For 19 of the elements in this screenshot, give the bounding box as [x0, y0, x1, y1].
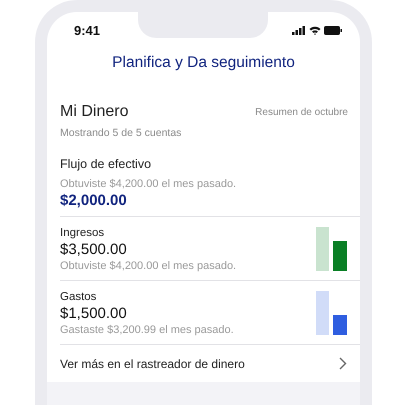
signal-icon: [292, 26, 306, 34]
summary-link[interactable]: Resumen de octubre: [255, 106, 348, 118]
card-title: Mi Dinero: [60, 103, 128, 121]
accounts-count: Mostrando 5 de 5 cuentas: [60, 127, 182, 139]
category-amount: $3,500.00: [60, 240, 128, 258]
category-label: Gastos: [60, 290, 98, 302]
wifi-icon: [309, 26, 321, 34]
category-note: Gastaste $3,200.99 el mes pasado.: [60, 324, 234, 336]
battery-icon: [324, 26, 342, 34]
status-time: 9:41: [74, 22, 100, 38]
cash-flow-amount: $2,000.00: [60, 192, 128, 209]
cash-flow-note: Obtuviste $4,200.00 el mes pasado.: [60, 178, 238, 190]
category-label: Ingresos: [60, 226, 106, 238]
page-title: Planifica y Da seguimiento: [112, 54, 295, 72]
tracker-link-label: Ver más en el rastreador de dinero: [60, 356, 245, 370]
category-note: Obtuviste $4,200.00 el mes pasado.: [60, 260, 236, 272]
chevron-right-icon: [339, 357, 347, 370]
category-amount: $1,500.00: [60, 304, 128, 322]
cash-flow-label: Flujo de efectivo: [60, 157, 152, 171]
